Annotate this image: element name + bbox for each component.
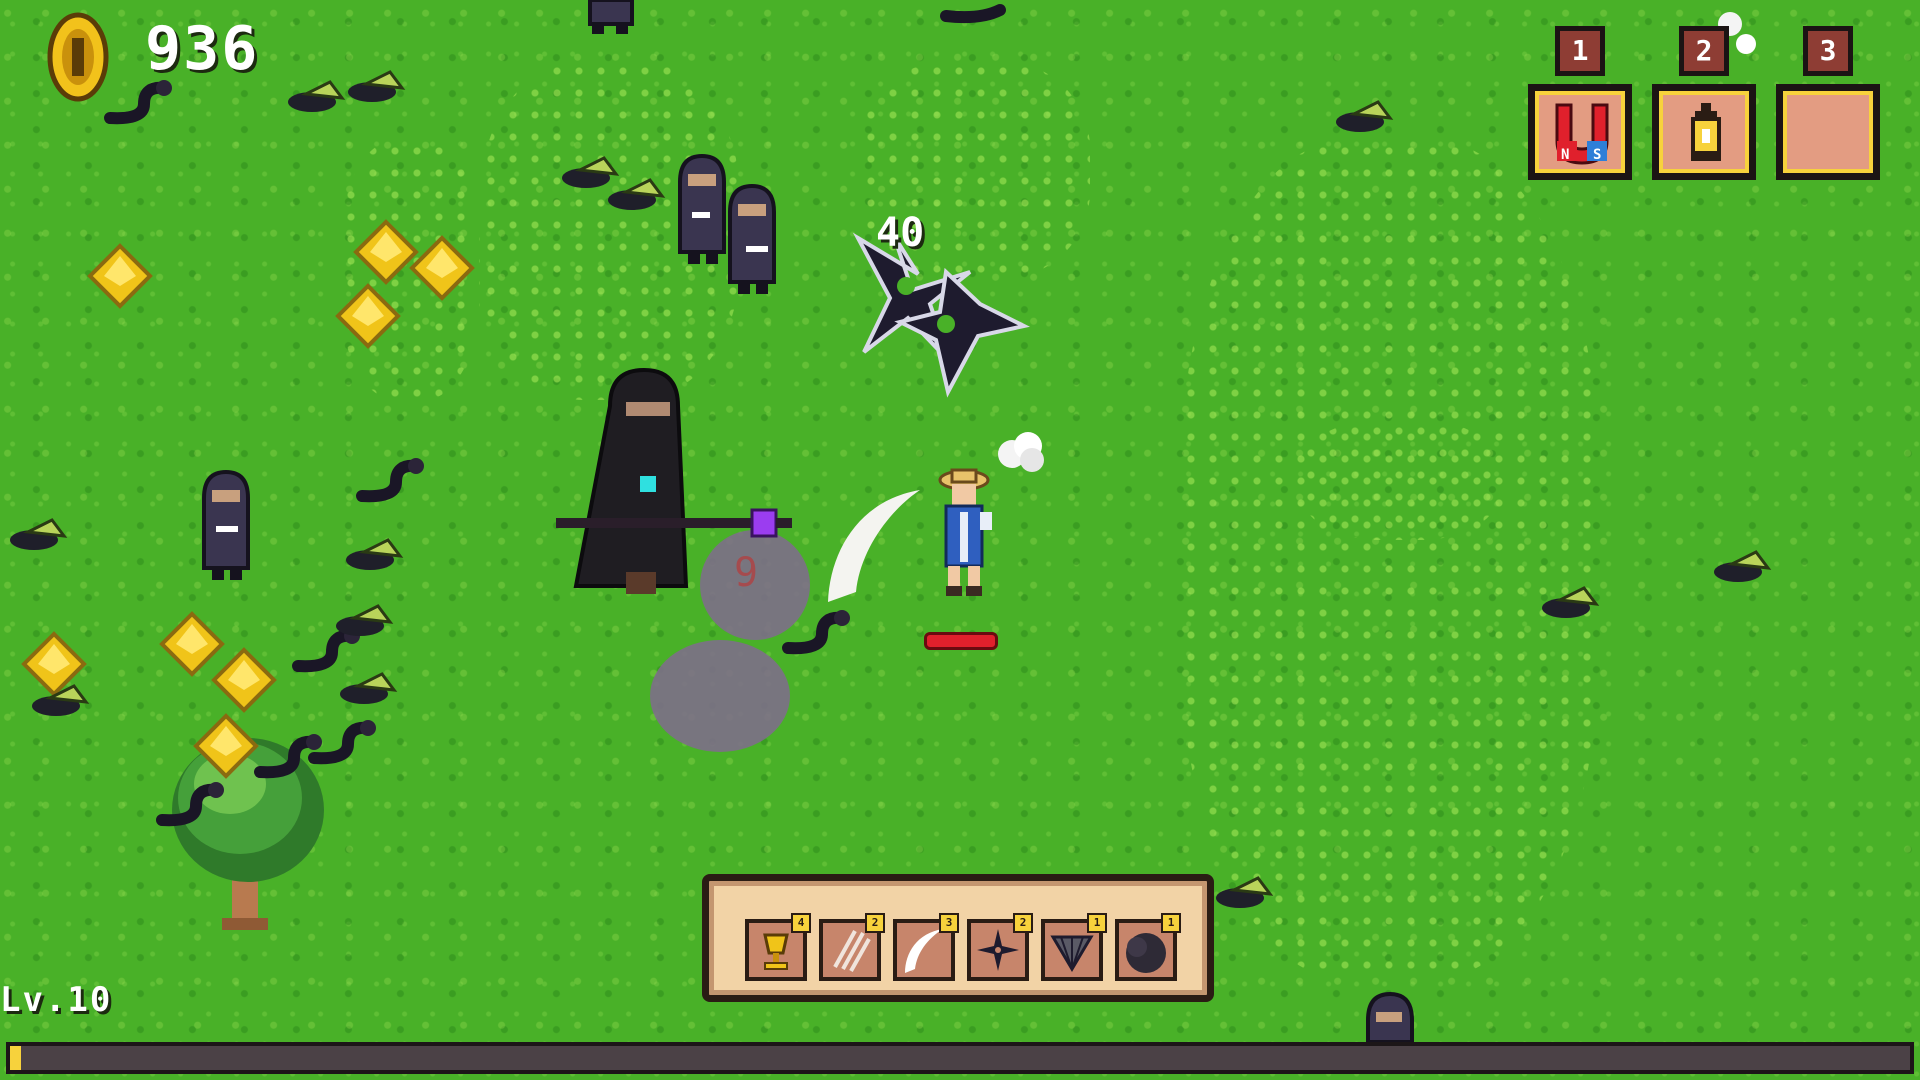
grass-patch [1180,140,1600,980]
magnet-icon: N S [1555,103,1609,165]
xp-gem [335,283,401,349]
shadow-worm [356,458,424,503]
green-bat [1542,586,1600,618]
weapon-level-badge: 2 [1013,913,1033,933]
weapon-hotbar: 4 2 3 2 1 1 [702,874,1214,1002]
shadow-worm [782,610,850,655]
hooded-reaper [556,367,792,594]
empty-slot [1776,84,1880,180]
green-bat [1336,100,1394,132]
green-bat [608,178,666,210]
smoke-puff-small [998,432,1044,472]
player-character [938,468,992,596]
green-bat [32,684,90,716]
hooded-ninja [588,0,634,34]
weapon-level-badge: 3 [939,913,959,933]
level-label: Lv.10 [0,980,113,1020]
shadow-worm [104,80,172,125]
hooded-ninja [1366,991,1414,1044]
xp-bar-fill [10,1046,22,1070]
shadow-worm [156,782,224,827]
magnet-north-label: N [1561,147,1569,163]
weapon-level-badge: 1 [1087,913,1107,933]
weapon-level-badge: 1 [1161,913,1181,933]
xp-gem [193,713,259,779]
green-bat [346,538,404,570]
hotbar-slot-5[interactable]: 1 [1041,913,1107,981]
shadow-worm [940,4,1006,24]
coin-icon [47,12,109,102]
hotbar-slot-3[interactable]: 3 [893,913,959,981]
xp-bar [6,1042,1914,1074]
consumable-slot-2[interactable]: 2 [1652,26,1756,180]
slash-effect [828,490,920,602]
damage-number: 40 [876,210,925,256]
xp-gem [353,219,419,285]
grass-patch [1300,420,1500,540]
weapon-level-badge: 2 [865,913,885,933]
player-health-bar [924,632,998,650]
consumable-slot-3[interactable]: 3 [1776,26,1880,180]
magnet-south-label: S [1593,147,1601,163]
green-bat [340,672,398,704]
slot-key-label: 1 [1555,26,1605,76]
consumable-slots: 1 N S 2 3 [1524,0,1904,190]
xp-gem [159,611,225,677]
xp-gem [87,243,153,309]
hotbar-slot-4[interactable]: 2 [967,913,1033,981]
hotbar-slot-6[interactable]: 1 [1115,913,1181,981]
weapon-level-badge: 4 [791,913,811,933]
shadow-worm [254,734,322,779]
coin-count: 936 [145,14,260,84]
slot-key-label: 2 [1679,26,1729,76]
hotbar-slot-2[interactable]: 2 [819,913,885,981]
shuriken-projectile [852,232,1030,398]
green-bat [1216,876,1274,908]
green-bat [1714,550,1772,582]
green-bat [10,518,68,550]
hooded-ninja [202,469,250,580]
hooded-ninja [728,183,776,294]
xp-gem [211,647,277,713]
slot-key-label: 3 [1803,26,1853,76]
smoke-puff [650,640,790,752]
lantern-icon [1691,103,1721,161]
green-bat [348,70,406,102]
xp-gem [409,235,475,301]
hotbar-slot-1[interactable]: 4 [745,913,811,981]
green-bat [336,604,394,636]
consumable-slot-1[interactable]: 1 N S [1528,26,1632,180]
